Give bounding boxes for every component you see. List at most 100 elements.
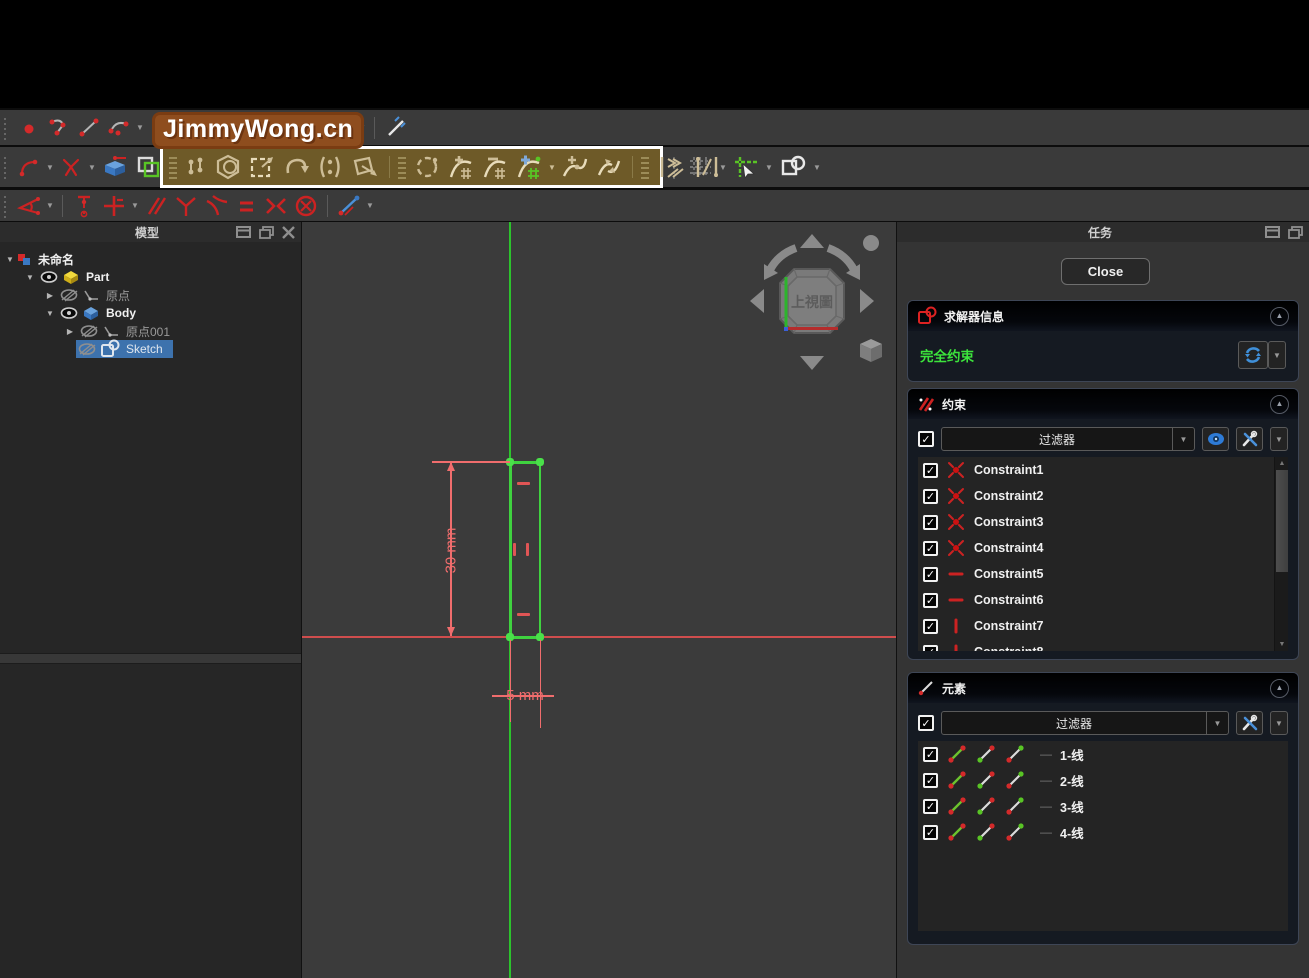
checkbox[interactable]: ✓: [923, 541, 938, 556]
checkbox[interactable]: ✓: [923, 567, 938, 582]
constraints-settings-dropdown[interactable]: ▼: [1270, 427, 1288, 451]
expander-icon[interactable]: ▼: [24, 273, 36, 282]
tree-item-origin001[interactable]: ▶ 原点001: [0, 322, 301, 340]
dimension-label-5mm[interactable]: 5 mm: [498, 687, 552, 704]
toolbar-drag-handle[interactable]: [2, 155, 10, 179]
solver-info-header[interactable]: 求解器信息 ▲: [908, 301, 1298, 331]
render-order-icon[interactable]: [775, 153, 811, 181]
navcube-face-label[interactable]: 上視圖: [780, 292, 844, 312]
checkbox[interactable]: ✓: [923, 799, 938, 814]
constraints-settings-button[interactable]: [1236, 427, 1263, 451]
checkbox[interactable]: ✓: [923, 825, 938, 840]
snap-dropdown[interactable]: ▼: [763, 163, 775, 172]
parallel-constraint-icon[interactable]: [141, 192, 171, 220]
sketch-edge-left[interactable]: [509, 461, 512, 638]
trim-icon[interactable]: [56, 153, 86, 181]
minimize-icon[interactable]: [236, 226, 251, 238]
tree-item-part[interactable]: ▼ Part: [0, 268, 301, 286]
elements-header[interactable]: 元素 ▲: [908, 673, 1298, 703]
3d-viewport[interactable]: 30 mm 5 mm: [302, 222, 896, 978]
elements-filter-select[interactable]: 过滤器 ▼: [941, 711, 1229, 735]
tree-item-origin[interactable]: ▶ 原点: [0, 286, 301, 304]
elements-settings-dropdown[interactable]: ▼: [1270, 711, 1288, 735]
select-associated-icon[interactable]: [181, 153, 211, 181]
constraints-master-checkbox[interactable]: ✓: [918, 431, 934, 447]
toggle-dropdown[interactable]: ▼: [364, 201, 376, 210]
minimize-icon[interactable]: [1265, 226, 1280, 238]
float-icon[interactable]: [259, 226, 274, 239]
constraint-row[interactable]: ✓ Constraint7: [918, 613, 1288, 639]
perpendicular-constraint-icon[interactable]: [171, 192, 201, 220]
toggle-driving-constraint-icon[interactable]: [334, 192, 364, 220]
scale-geometry-icon[interactable]: [313, 153, 347, 181]
symmetric-constraint-icon[interactable]: [261, 192, 291, 220]
tree-item-document[interactable]: ▼ 未命名: [0, 250, 301, 268]
element-row[interactable]: ✓ — 3-线: [918, 793, 1288, 819]
arc-dropdown[interactable]: ▼: [134, 123, 146, 132]
move-geometry-icon[interactable]: [245, 153, 279, 181]
insert-knot-icon[interactable]: [444, 153, 478, 181]
snap-toggle-icon[interactable]: [729, 153, 763, 181]
checkbox[interactable]: ✓: [923, 773, 938, 788]
distance-constraint-icon[interactable]: [69, 192, 99, 220]
chevron-down-icon[interactable]: ▼: [1206, 712, 1228, 734]
angle-constraint-icon[interactable]: [14, 192, 44, 220]
scroll-up-icon[interactable]: ▲: [1275, 457, 1288, 470]
fillet-dropdown[interactable]: ▼: [44, 163, 56, 172]
elements-master-checkbox[interactable]: ✓: [918, 715, 934, 731]
angle-dropdown[interactable]: ▼: [44, 201, 56, 210]
remove-knot-icon[interactable]: [478, 153, 512, 181]
collapse-icon[interactable]: ▲: [1270, 395, 1289, 414]
checkbox[interactable]: ✓: [923, 619, 938, 634]
refresh-button[interactable]: [1238, 341, 1268, 369]
panel-splitter[interactable]: [0, 653, 301, 664]
close-icon[interactable]: [282, 226, 295, 239]
toolbar-drag-handle[interactable]: [2, 116, 10, 140]
close-button[interactable]: Close: [1061, 258, 1150, 285]
scrollbar-thumb[interactable]: [1276, 470, 1288, 572]
constraints-filter-select[interactable]: 过滤器 ▼: [941, 427, 1195, 451]
extend-edge-icon[interactable]: [653, 153, 689, 181]
element-row[interactable]: ✓ — 1-线: [918, 741, 1288, 767]
offset-geometry-icon[interactable]: [211, 153, 245, 181]
expander-icon[interactable]: ▼: [44, 309, 56, 318]
equal-constraint-icon[interactable]: [231, 192, 261, 220]
split-edge-icon[interactable]: [592, 153, 626, 181]
constraint-row[interactable]: ✓ Constraint4: [918, 535, 1288, 561]
chevron-down-icon[interactable]: ▼: [1172, 428, 1194, 450]
checkbox[interactable]: ✓: [923, 645, 938, 652]
expander-icon[interactable]: ▶: [44, 291, 56, 300]
checkbox[interactable]: ✓: [923, 593, 938, 608]
fillet-icon[interactable]: [14, 153, 44, 181]
collapse-icon[interactable]: ▲: [1270, 679, 1289, 698]
solver-dropdown[interactable]: ▼: [1268, 341, 1286, 369]
sketch-vertex[interactable]: [536, 458, 544, 466]
block-constraint-icon[interactable]: [291, 192, 321, 220]
constraint-row[interactable]: ✓ Constraint5: [918, 561, 1288, 587]
tree-item-body[interactable]: ▼ Body: [0, 304, 301, 322]
arc-icon[interactable]: [104, 114, 134, 142]
toolbar-drag-handle[interactable]: [2, 194, 10, 218]
constraint-row[interactable]: ✓ Constraint6: [918, 587, 1288, 613]
hv-dropdown[interactable]: ▼: [129, 201, 141, 210]
horizontal-vertical-constraint-icon[interactable]: [99, 192, 129, 220]
checkbox[interactable]: ✓: [923, 489, 938, 504]
rotate-geometry-icon[interactable]: [279, 153, 313, 181]
expander-icon[interactable]: ▼: [4, 255, 16, 264]
checkbox[interactable]: ✓: [923, 747, 938, 762]
trim-dropdown[interactable]: ▼: [86, 163, 98, 172]
line-icon[interactable]: [74, 114, 104, 142]
multiplicity-dropdown[interactable]: ▼: [546, 163, 558, 172]
join-curves-icon[interactable]: [558, 153, 592, 181]
render-order-dropdown[interactable]: ▼: [811, 163, 823, 172]
rectangular-array-icon[interactable]: [347, 153, 383, 181]
constraints-header[interactable]: 约束 ▲: [908, 389, 1298, 419]
bspline-info-icon[interactable]: [381, 114, 411, 142]
external-geometry-icon[interactable]: [98, 153, 132, 181]
collapse-icon[interactable]: ▲: [1270, 307, 1289, 326]
point-icon[interactable]: [14, 114, 44, 142]
element-row[interactable]: ✓ — 2-线: [918, 767, 1288, 793]
navigation-cube[interactable]: 上視圖: [742, 228, 882, 376]
constraint-row[interactable]: ✓ Constraint2: [918, 483, 1288, 509]
element-row[interactable]: ✓ — 4-线: [918, 819, 1288, 845]
